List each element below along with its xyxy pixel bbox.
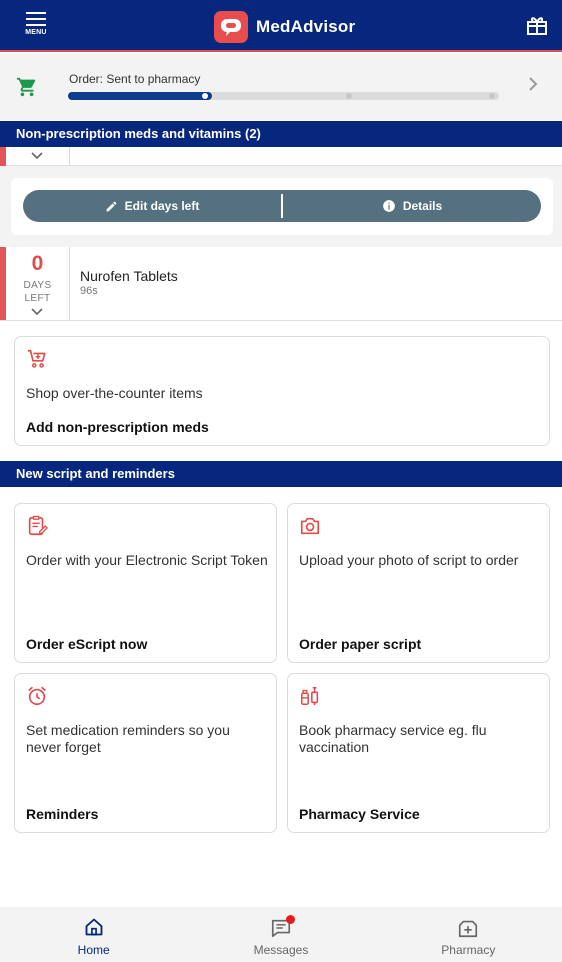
shop-otc-description: Shop over-the-counter items (26, 385, 203, 401)
med-item-row[interactable]: 0 DAYS LEFT Nurofen Tablets 96s (0, 247, 562, 321)
days-left-label: DAYS LEFT (6, 279, 69, 305)
reminders-description-line2: never forget (26, 739, 101, 755)
nav-messages[interactable]: Messages (187, 907, 374, 962)
nav-home-label: Home (77, 943, 110, 957)
reminders-description: Set medication reminders so you never fo… (26, 722, 230, 756)
reminders-title: Reminders (26, 806, 99, 822)
order-paper-script-title: Order paper script (299, 636, 422, 652)
gift-button[interactable] (526, 14, 548, 36)
days-left-count: 0 (31, 252, 44, 275)
chevron-down-icon[interactable] (31, 308, 43, 316)
med-actions-panel: Edit days left Details (0, 166, 562, 247)
row-divider (69, 147, 70, 166)
order-escript-card[interactable]: Order with your Electronic Script Token … (14, 503, 277, 663)
add-non-prescription-link[interactable]: Add non-prescription meds (26, 419, 209, 435)
pharmacy-service-card[interactable]: Book pharmacy service eg. flu vaccinatio… (287, 673, 550, 833)
vaccine-icon (300, 686, 319, 706)
gift-icon (527, 17, 547, 35)
nav-pharmacy-label: Pharmacy (441, 943, 496, 957)
collapsed-med-row[interactable] (0, 147, 562, 166)
edit-days-left-label: Edit days left (124, 199, 200, 213)
med-actions-card: Edit days left Details (11, 178, 553, 235)
pharmacy-service-description-line1: Book pharmacy service eg. flu (299, 722, 487, 738)
section-header-non-prescription: Non-prescription meds and vitamins (2) (0, 121, 562, 147)
pencil-icon (106, 201, 117, 211)
app-header: MENU MedAdvisor (0, 0, 562, 52)
days-label-line2: LEFT (24, 293, 51, 304)
status-strip (0, 147, 6, 166)
order-escript-title: Order eScript now (26, 636, 148, 652)
nav-pharmacy[interactable]: Pharmacy (375, 907, 562, 962)
reminders-description-line1: Set medication reminders so you (26, 722, 230, 738)
pharmacy-service-description-line2: vaccination (299, 739, 370, 755)
shop-otc-card[interactable]: Shop over-the-counter items Add non-pres… (14, 336, 550, 446)
brand-name: MedAdvisor (256, 17, 356, 36)
brand-logo-icon (214, 11, 248, 43)
cart-icon (16, 77, 36, 97)
row-divider (69, 247, 70, 320)
escript-description: Order with your Electronic Script Token (26, 552, 268, 568)
pharmacy-service-description: Book pharmacy service eg. flu vaccinatio… (299, 722, 487, 756)
cart-plus-icon (27, 349, 46, 368)
order-progress-fill (68, 92, 212, 100)
order-progress-bar (68, 92, 499, 100)
med-action-bar: Edit days left Details (23, 190, 541, 222)
camera-icon (300, 517, 320, 535)
paper-script-description: Upload your photo of script to order (299, 552, 519, 568)
edit-days-left-button[interactable]: Edit days left (23, 190, 281, 222)
menu-icon-bar (26, 18, 46, 20)
home-icon (85, 918, 103, 936)
reminders-card[interactable]: Set medication reminders so you never fo… (14, 673, 277, 833)
escript-icon (28, 515, 48, 536)
brand[interactable]: MedAdvisor (214, 10, 355, 44)
progress-step-dot (202, 93, 208, 99)
chevron-right-icon (529, 77, 538, 91)
menu-label: MENU (25, 29, 47, 36)
menu-icon (26, 12, 46, 14)
med-name: Nurofen Tablets (80, 268, 178, 284)
pharmacy-service-title: Pharmacy Service (299, 806, 420, 822)
messages-badge (286, 915, 296, 924)
nav-home[interactable]: Home (0, 907, 187, 962)
order-paper-script-card[interactable]: Upload your photo of script to order Ord… (287, 503, 550, 663)
progress-step-dot (346, 93, 352, 99)
pharmacy-icon (459, 920, 478, 938)
details-button[interactable]: Details (283, 190, 541, 222)
order-status-label: Order: Sent to pharmacy (69, 72, 201, 86)
order-status-strip[interactable]: Order: Sent to pharmacy (0, 54, 562, 120)
details-label: Details (402, 199, 443, 213)
section-header-new-script: New script and reminders (0, 461, 562, 487)
alarm-clock-icon (28, 686, 46, 706)
bottom-navigation: Home Messages Pharmacy (0, 907, 562, 962)
chevron-down-icon[interactable] (31, 152, 43, 160)
med-quantity: 96s (80, 285, 98, 297)
menu-icon-bar (26, 24, 46, 26)
menu-button[interactable]: MENU (20, 12, 52, 42)
progress-step-dot (489, 93, 495, 99)
nav-messages-label: Messages (253, 943, 309, 957)
info-icon (382, 200, 395, 212)
days-label-line1: DAYS (23, 280, 52, 291)
